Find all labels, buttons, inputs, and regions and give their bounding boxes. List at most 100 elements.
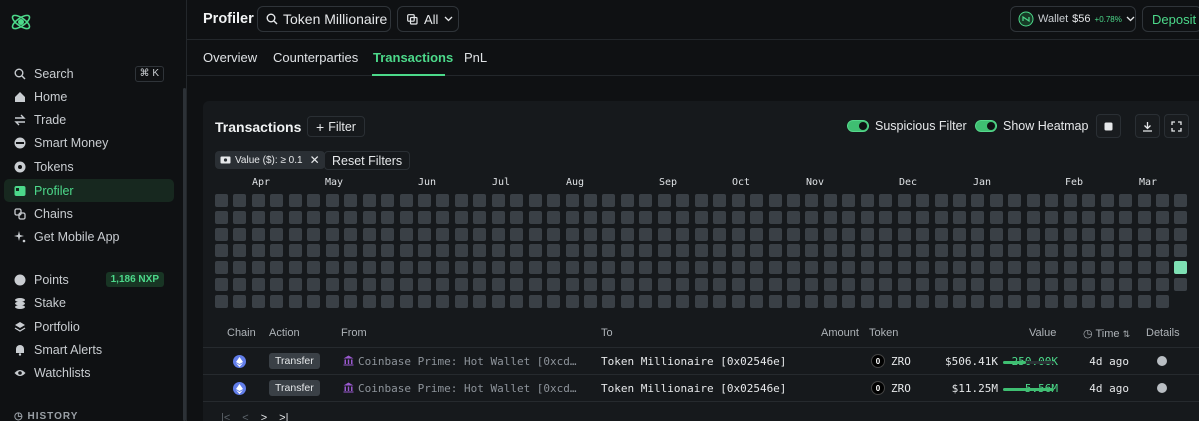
- heatmap-cell[interactable]: [307, 294, 321, 308]
- heatmap-cell[interactable]: [842, 194, 856, 207]
- heatmap-cell[interactable]: [270, 210, 284, 224]
- heatmap-cell[interactable]: [1008, 261, 1022, 275]
- heatmap-cell[interactable]: [454, 227, 468, 241]
- heatmap-cell[interactable]: [565, 227, 579, 241]
- heatmap-cell[interactable]: [288, 261, 302, 275]
- heatmap-cell[interactable]: [1137, 227, 1151, 241]
- token-symbol[interactable]: ZRO: [891, 382, 911, 395]
- heatmap-cell[interactable]: [694, 278, 708, 291]
- heatmap-cell[interactable]: [215, 194, 228, 207]
- suspicious-filter-toggle[interactable]: [847, 120, 869, 132]
- heatmap-cell[interactable]: [639, 244, 653, 258]
- heatmap-cell[interactable]: [620, 227, 634, 241]
- heatmap-cell[interactable]: [288, 227, 302, 241]
- heatmap-cell[interactable]: [344, 294, 358, 308]
- heatmap-cell[interactable]: [1119, 278, 1133, 291]
- sidebar-item-get-mobile-app[interactable]: Get Mobile App: [4, 225, 174, 248]
- heatmap-cell[interactable]: [584, 278, 597, 291]
- heatmap-cell[interactable]: [436, 227, 450, 241]
- heatmap-cell[interactable]: [1026, 194, 1040, 207]
- heatmap-cell[interactable]: [288, 210, 302, 224]
- show-heatmap-toggle[interactable]: [975, 120, 997, 132]
- heatmap-cell[interactable]: [344, 227, 358, 241]
- heatmap-cell[interactable]: [528, 261, 542, 275]
- info-icon[interactable]: [1157, 383, 1167, 393]
- profiler-search-input[interactable]: Token Millionaire: [257, 6, 391, 32]
- heatmap-cell[interactable]: [1008, 194, 1022, 207]
- heatmap-cell[interactable]: [454, 194, 468, 207]
- heatmap-cell[interactable]: [916, 278, 930, 291]
- heatmap-cell[interactable]: [473, 261, 487, 275]
- heatmap-cell[interactable]: [325, 244, 339, 258]
- column-header-token[interactable]: Token: [869, 327, 898, 339]
- heatmap-cell[interactable]: [399, 227, 413, 241]
- heatmap-cell[interactable]: [381, 294, 395, 308]
- sidebar-item-smart-alerts[interactable]: Smart Alerts: [4, 338, 174, 361]
- heatmap-cell[interactable]: [399, 294, 413, 308]
- heatmap-cell[interactable]: [805, 294, 819, 308]
- heatmap-cell[interactable]: [251, 227, 265, 241]
- heatmap-cell[interactable]: [1100, 244, 1114, 258]
- heatmap-cell[interactable]: [1119, 210, 1133, 224]
- sidebar-item-chains[interactable]: Chains: [4, 202, 174, 225]
- heatmap-cell[interactable]: [750, 227, 764, 241]
- tab-counterparties[interactable]: Counterparties: [273, 50, 358, 65]
- heatmap-cell[interactable]: [325, 227, 339, 241]
- heatmap-cell[interactable]: [1063, 278, 1077, 291]
- heatmap-cell[interactable]: [786, 294, 800, 308]
- heatmap-cell[interactable]: [897, 194, 911, 207]
- heatmap-cell[interactable]: [325, 278, 339, 291]
- heatmap-cell[interactable]: [491, 244, 505, 258]
- heatmap-cell[interactable]: [823, 210, 837, 224]
- heatmap-cell[interactable]: [620, 278, 634, 291]
- heatmap-cell[interactable]: [547, 194, 561, 207]
- heatmap-cell[interactable]: [584, 210, 597, 224]
- heatmap-cell[interactable]: [251, 194, 265, 207]
- heatmap-cell[interactable]: [971, 294, 985, 308]
- heatmap-cell[interactable]: [897, 244, 911, 258]
- heatmap-cell[interactable]: [510, 261, 524, 275]
- heatmap-cell[interactable]: [879, 244, 893, 258]
- column-header-amount[interactable]: Amount: [821, 327, 859, 339]
- heatmap-cell[interactable]: [860, 278, 874, 291]
- heatmap-cell[interactable]: [953, 244, 966, 258]
- heatmap-cell[interactable]: [989, 194, 1003, 207]
- heatmap-cell[interactable]: [842, 278, 856, 291]
- heatmap-cell[interactable]: [879, 278, 893, 291]
- heatmap-cell[interactable]: [251, 261, 265, 275]
- heatmap-cell[interactable]: [1100, 294, 1114, 308]
- heatmap-cell[interactable]: [215, 278, 228, 291]
- heatmap-cell[interactable]: [731, 194, 745, 207]
- heatmap-cell[interactable]: [344, 210, 358, 224]
- sidebar-item-trade[interactable]: Trade: [4, 108, 174, 131]
- heatmap-cell[interactable]: [307, 261, 321, 275]
- heatmap-cell[interactable]: [602, 210, 616, 224]
- heatmap-cell[interactable]: [1026, 227, 1040, 241]
- heatmap-cell[interactable]: [1008, 294, 1022, 308]
- heatmap-cell[interactable]: [1045, 194, 1059, 207]
- heatmap-cell[interactable]: [602, 278, 616, 291]
- heatmap-cell[interactable]: [215, 261, 228, 275]
- heatmap-cell[interactable]: [1063, 210, 1077, 224]
- heatmap-cell[interactable]: [676, 227, 690, 241]
- heatmap-cell[interactable]: [971, 194, 985, 207]
- heatmap-cell[interactable]: [547, 227, 561, 241]
- tab-pnl[interactable]: PnL: [464, 50, 487, 65]
- heatmap-cell[interactable]: [860, 261, 874, 275]
- heatmap-cell[interactable]: [639, 278, 653, 291]
- heatmap-cell[interactable]: [823, 261, 837, 275]
- heatmap-cell[interactable]: [897, 210, 911, 224]
- table-row[interactable]: Transfer Coinbase Prime: Hot Wallet [0xc…: [203, 348, 1199, 375]
- heatmap-cell[interactable]: [934, 227, 948, 241]
- heatmap-cell[interactable]: [657, 227, 671, 241]
- heatmap-cell[interactable]: [916, 244, 930, 258]
- next-page-icon[interactable]: >: [261, 412, 267, 421]
- heatmap-cell[interactable]: [399, 278, 413, 291]
- heatmap-cell[interactable]: [436, 294, 450, 308]
- sidebar-item-home[interactable]: Home: [4, 85, 174, 108]
- heatmap-cell[interactable]: [953, 210, 966, 224]
- settings-button[interactable]: [1096, 114, 1121, 138]
- heatmap-cell[interactable]: [528, 294, 542, 308]
- heatmap-cell[interactable]: [1008, 278, 1022, 291]
- heatmap-cell[interactable]: [1137, 261, 1151, 275]
